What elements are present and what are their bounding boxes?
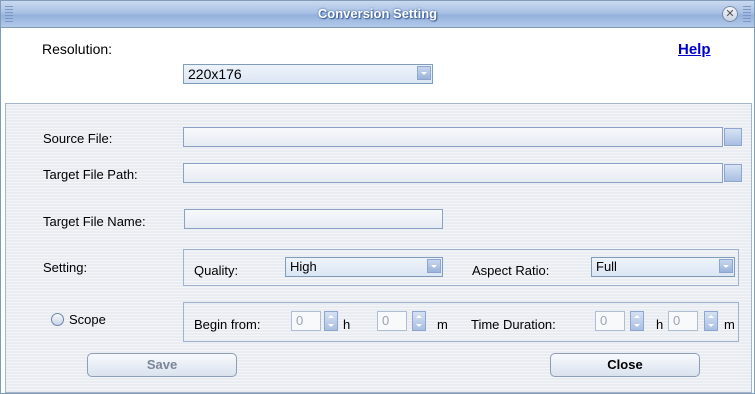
duration-hour-input[interactable]: 0 <box>595 311 625 331</box>
chevron-down-icon[interactable] <box>427 259 441 273</box>
begin-from-label: Begin from: <box>194 317 261 332</box>
save-button[interactable]: Save <box>87 353 237 377</box>
scope-radio[interactable] <box>51 313 64 326</box>
help-link[interactable]: Help <box>678 41 711 58</box>
aspect-ratio-select[interactable]: Full <box>591 257 735 277</box>
close-button[interactable]: Close <box>550 353 700 377</box>
chevron-down-icon[interactable] <box>417 66 431 80</box>
title-bar[interactable]: Conversion Setting ✕ <box>1 1 754 28</box>
grip-right-icon <box>743 6 751 22</box>
begin-minute-stepper[interactable] <box>412 311 426 331</box>
duration-minute-input[interactable]: 0 <box>668 311 698 331</box>
setting-label: Setting: <box>43 260 88 275</box>
duration-minute-unit: m <box>724 317 735 332</box>
resolution-select[interactable]: 220x176 <box>183 64 433 84</box>
dialog-title: Conversion Setting <box>317 6 438 21</box>
resolution-label: Resolution: <box>42 41 113 57</box>
source-file-field[interactable] <box>183 127 723 147</box>
aspect-ratio-label: Aspect Ratio: <box>472 263 550 278</box>
aspect-ratio-value: Full <box>596 259 617 274</box>
quality-value: High <box>290 259 317 274</box>
duration-hour-stepper[interactable] <box>630 311 644 331</box>
target-name-field[interactable] <box>184 209 443 229</box>
chevron-down-icon[interactable] <box>719 259 733 273</box>
quality-label: Quality: <box>194 263 239 278</box>
target-name-label: Target File Name: <box>43 214 146 229</box>
begin-hour-unit: h <box>343 317 351 332</box>
quality-select[interactable]: High <box>285 257 443 277</box>
time-duration-label: Time Duration: <box>471 317 556 332</box>
begin-minute-unit: m <box>437 317 448 332</box>
begin-hour-input[interactable]: 0 <box>291 311 321 331</box>
begin-hour-stepper[interactable] <box>324 311 338 331</box>
target-path-browse-button[interactable] <box>724 164 742 182</box>
duration-hour-unit: h <box>656 317 664 332</box>
close-icon[interactable]: ✕ <box>722 6 738 22</box>
target-path-field[interactable] <box>183 163 723 183</box>
conversion-setting-dialog: Conversion Setting ✕ Resolution: 220x176… <box>0 0 755 394</box>
scope-label: Scope <box>69 312 106 327</box>
target-path-label: Target File Path: <box>43 167 138 182</box>
begin-minute-input[interactable]: 0 <box>377 311 407 331</box>
duration-minute-stepper[interactable] <box>704 311 718 331</box>
resolution-value: 220x176 <box>188 66 242 82</box>
source-browse-button[interactable] <box>724 128 742 146</box>
source-file-label: Source File: <box>43 131 113 146</box>
